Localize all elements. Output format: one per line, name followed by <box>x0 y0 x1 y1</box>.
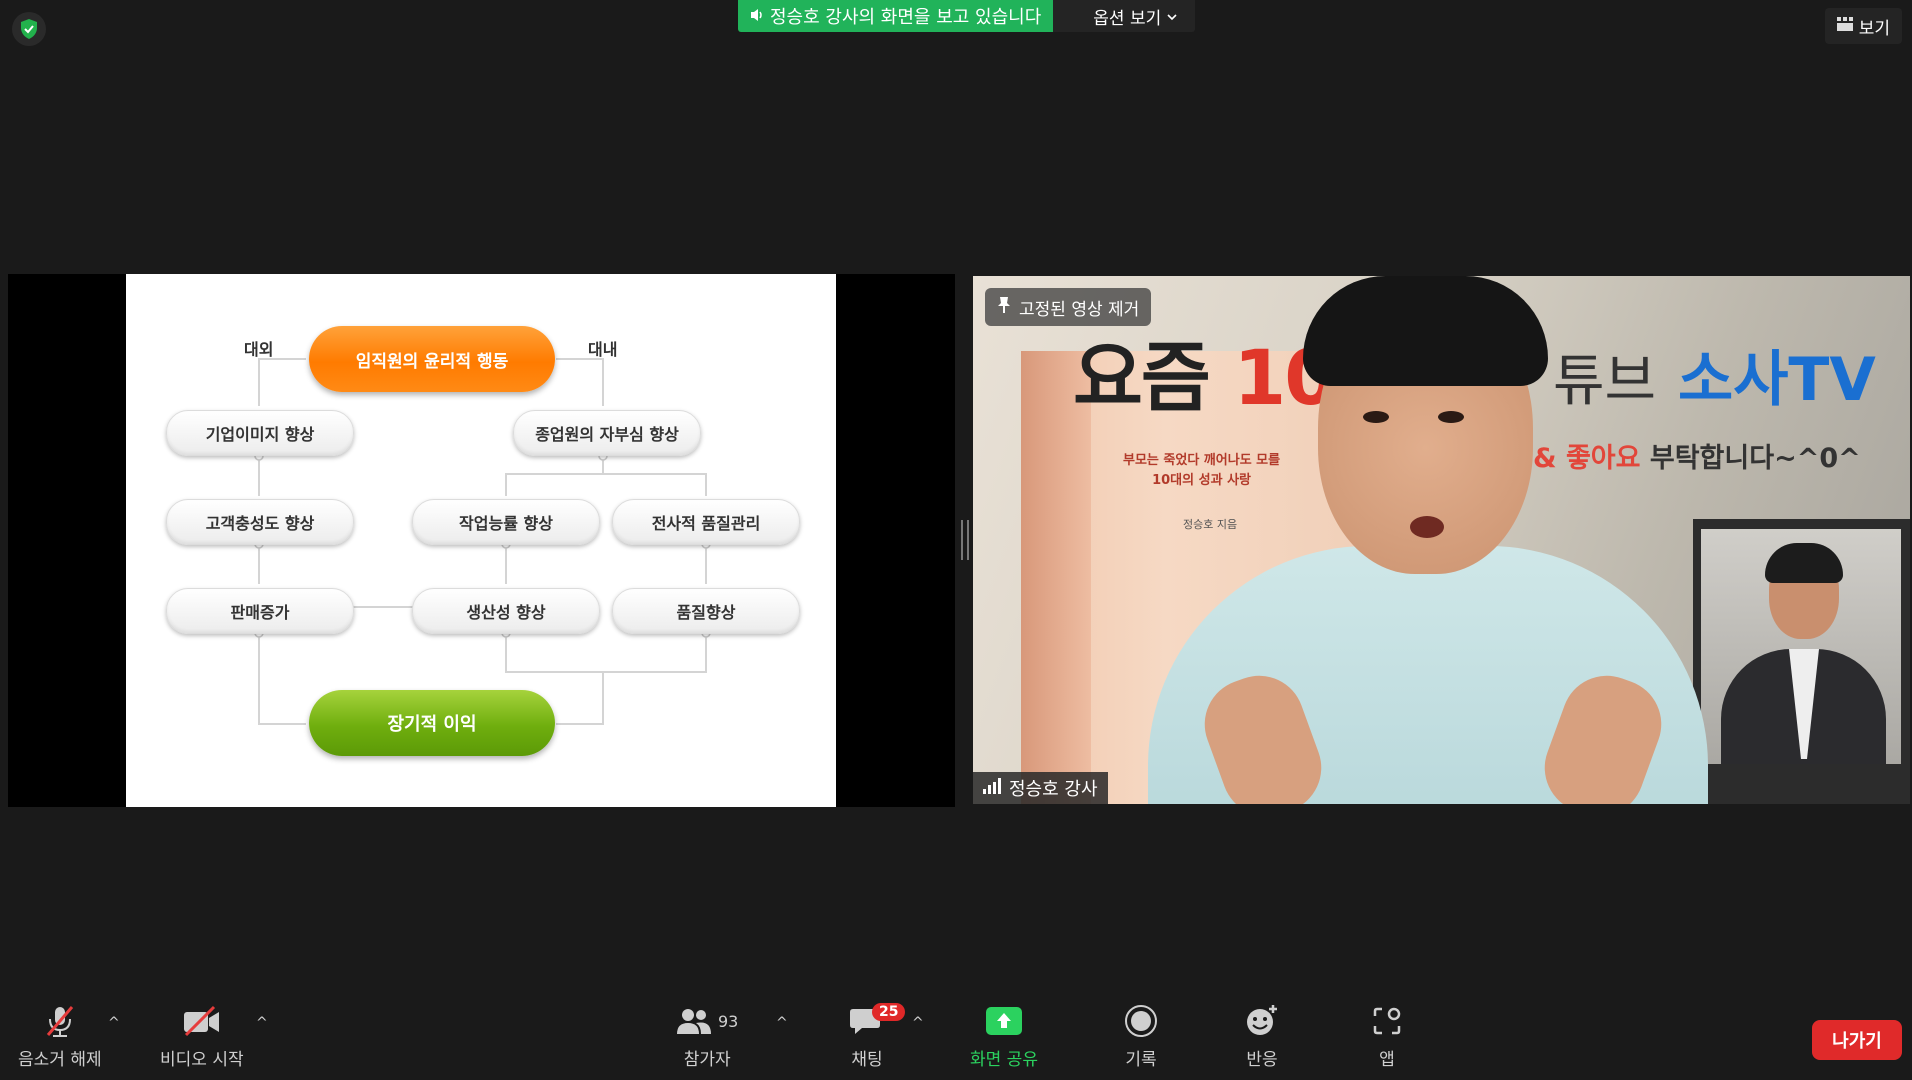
participants-label: 참가자 <box>683 1050 731 1070</box>
background-youtube-text: 튜브 <box>1553 349 1657 414</box>
internal-label: 대내 <box>588 340 618 359</box>
apps-label: 앱 <box>1379 1050 1395 1070</box>
signal-strength-icon <box>983 777 1001 799</box>
speaker-mouth <box>1410 516 1444 538</box>
screen-share-banner: 정승호 강사의 화면을 보고 있습니다 옵션 보기 <box>738 0 1196 32</box>
video-off-icon <box>182 1003 222 1039</box>
record-icon <box>1124 1003 1158 1039</box>
view-options-label: 옵션 보기 <box>1093 8 1162 29</box>
share-screen-icon <box>985 1003 1023 1039</box>
chat-options-caret-icon[interactable]: ^ <box>912 1015 924 1031</box>
shared-slide: 대외 대내 임직원의 윤리적 행동 기업이미지 향상 종업원의 자부심 향상 고… <box>126 274 836 807</box>
start-video-label: 비디오 시작 <box>160 1050 244 1070</box>
slide-box-customer-loyalty: 고객충성도 향상 <box>166 499 354 545</box>
share-screen-button[interactable]: 화면 공유 <box>970 1003 1038 1070</box>
share-status: 정승호 강사의 화면을 보고 있습니다 <box>738 0 1054 32</box>
external-label: 대외 <box>244 340 274 359</box>
audio-options-caret-icon[interactable]: ^ <box>108 1015 120 1031</box>
inset-portrait <box>1693 519 1910 804</box>
book-author: 정승호 지음 <box>1183 518 1238 531</box>
emoji-add-icon <box>1244 1003 1280 1039</box>
book-subtitle-line1: 부모는 죽었다 깨어나도 모를 <box>1123 453 1281 468</box>
speaker-eye-left <box>1363 411 1389 423</box>
background-like-text: & 좋아요 <box>1533 443 1641 474</box>
reactions-button[interactable]: 반응 <box>1244 1003 1280 1070</box>
video-options-caret-icon[interactable]: ^ <box>256 1015 268 1031</box>
chat-label: 채팅 <box>851 1050 883 1070</box>
slide-bottom-pill: 장기적 이익 <box>309 690 555 756</box>
book-subtitle: 부모는 죽었다 깨어나도 모를 10대의 성과 사랑 <box>1123 451 1280 491</box>
view-layout-button[interactable]: 보기 <box>1824 8 1902 44</box>
tile-splitter-handle[interactable] <box>961 520 969 560</box>
participant-name: 정승호 강사 <box>1009 779 1098 800</box>
reactions-label: 반응 <box>1246 1050 1278 1070</box>
unmute-button[interactable]: 음소거 해제 <box>18 1003 102 1070</box>
book-subtitle-line2: 10대의 성과 사랑 <box>1152 473 1251 488</box>
view-layout-label: 보기 <box>1858 18 1890 39</box>
slide-top-pill: 임직원의 윤리적 행동 <box>309 326 555 392</box>
chat-unread-badge: 25 <box>872 1003 906 1021</box>
background-channel-text: 소사TV <box>1678 345 1876 415</box>
apps-button[interactable]: 앱 <box>1372 1003 1402 1070</box>
share-status-text: 정승호 강사의 화면을 보고 있습니다 <box>770 7 1042 28</box>
record-button[interactable]: 기록 <box>1124 1003 1158 1070</box>
chevron-down-icon <box>1167 6 1177 26</box>
slide-box-corporate-image: 기업이미지 향상 <box>166 410 354 456</box>
shared-screen-tile[interactable]: 대외 대내 임직원의 윤리적 행동 기업이미지 향상 종업원의 자부심 향상 고… <box>8 274 955 807</box>
pin-icon <box>997 296 1011 319</box>
record-label: 기록 <box>1125 1050 1157 1070</box>
grid-icon <box>1836 16 1853 36</box>
view-options-button[interactable]: 옵션 보기 <box>1053 0 1196 32</box>
portrait-photo <box>1701 529 1901 764</box>
participants-icon: 93 <box>676 1003 738 1039</box>
speaker-video-tile[interactable]: 요즘 10대 부모는 죽었다 깨어나도 모를 10대의 성과 사랑 정승호 지음… <box>973 276 1910 804</box>
participants-count: 93 <box>718 1011 739 1031</box>
background-request-text: & 좋아요 부탁합니다~^0^ <box>1533 436 1861 475</box>
leave-meeting-button[interactable]: 나가기 <box>1812 1020 1902 1060</box>
speaker-hair <box>1303 276 1548 386</box>
speaker-icon <box>750 6 766 27</box>
unmute-label: 음소거 해제 <box>18 1050 102 1070</box>
slide-box-productivity: 생산성 향상 <box>412 588 600 634</box>
remove-pin-label: 고정된 영상 제거 <box>1019 299 1140 320</box>
slide-box-quality-improvement: 품질향상 <box>612 588 800 634</box>
book-title-black: 요즘 <box>1073 333 1234 422</box>
start-video-button[interactable]: 비디오 시작 <box>160 1003 244 1070</box>
participants-button[interactable]: 93 참가자 <box>676 1003 738 1070</box>
slide-box-quality-management: 전사적 품질관리 <box>612 499 800 545</box>
participant-name-badge: 정승호 강사 <box>973 772 1108 804</box>
slide-box-work-efficiency: 작업능률 향상 <box>412 499 600 545</box>
speaker-eye-right <box>1438 411 1464 423</box>
muted-mic-icon <box>42 1003 78 1039</box>
apps-icon <box>1372 1003 1402 1039</box>
background-request-tail: 부탁합니다~^0^ <box>1640 443 1861 474</box>
share-screen-label: 화면 공유 <box>970 1050 1038 1070</box>
security-shield-icon[interactable] <box>12 12 46 46</box>
slide-box-employee-pride: 종업원의 자부심 향상 <box>513 410 701 456</box>
slide-box-sales-increase: 판매증가 <box>166 588 354 634</box>
remove-pin-button[interactable]: 고정된 영상 제거 <box>985 288 1152 326</box>
participants-options-caret-icon[interactable]: ^ <box>776 1015 788 1031</box>
meeting-toolbar: 음소거 해제 ^ 비디오 시작 ^ 93 참가자 ^ 채팅 25 ^ 화면 공유… <box>0 995 1912 1080</box>
